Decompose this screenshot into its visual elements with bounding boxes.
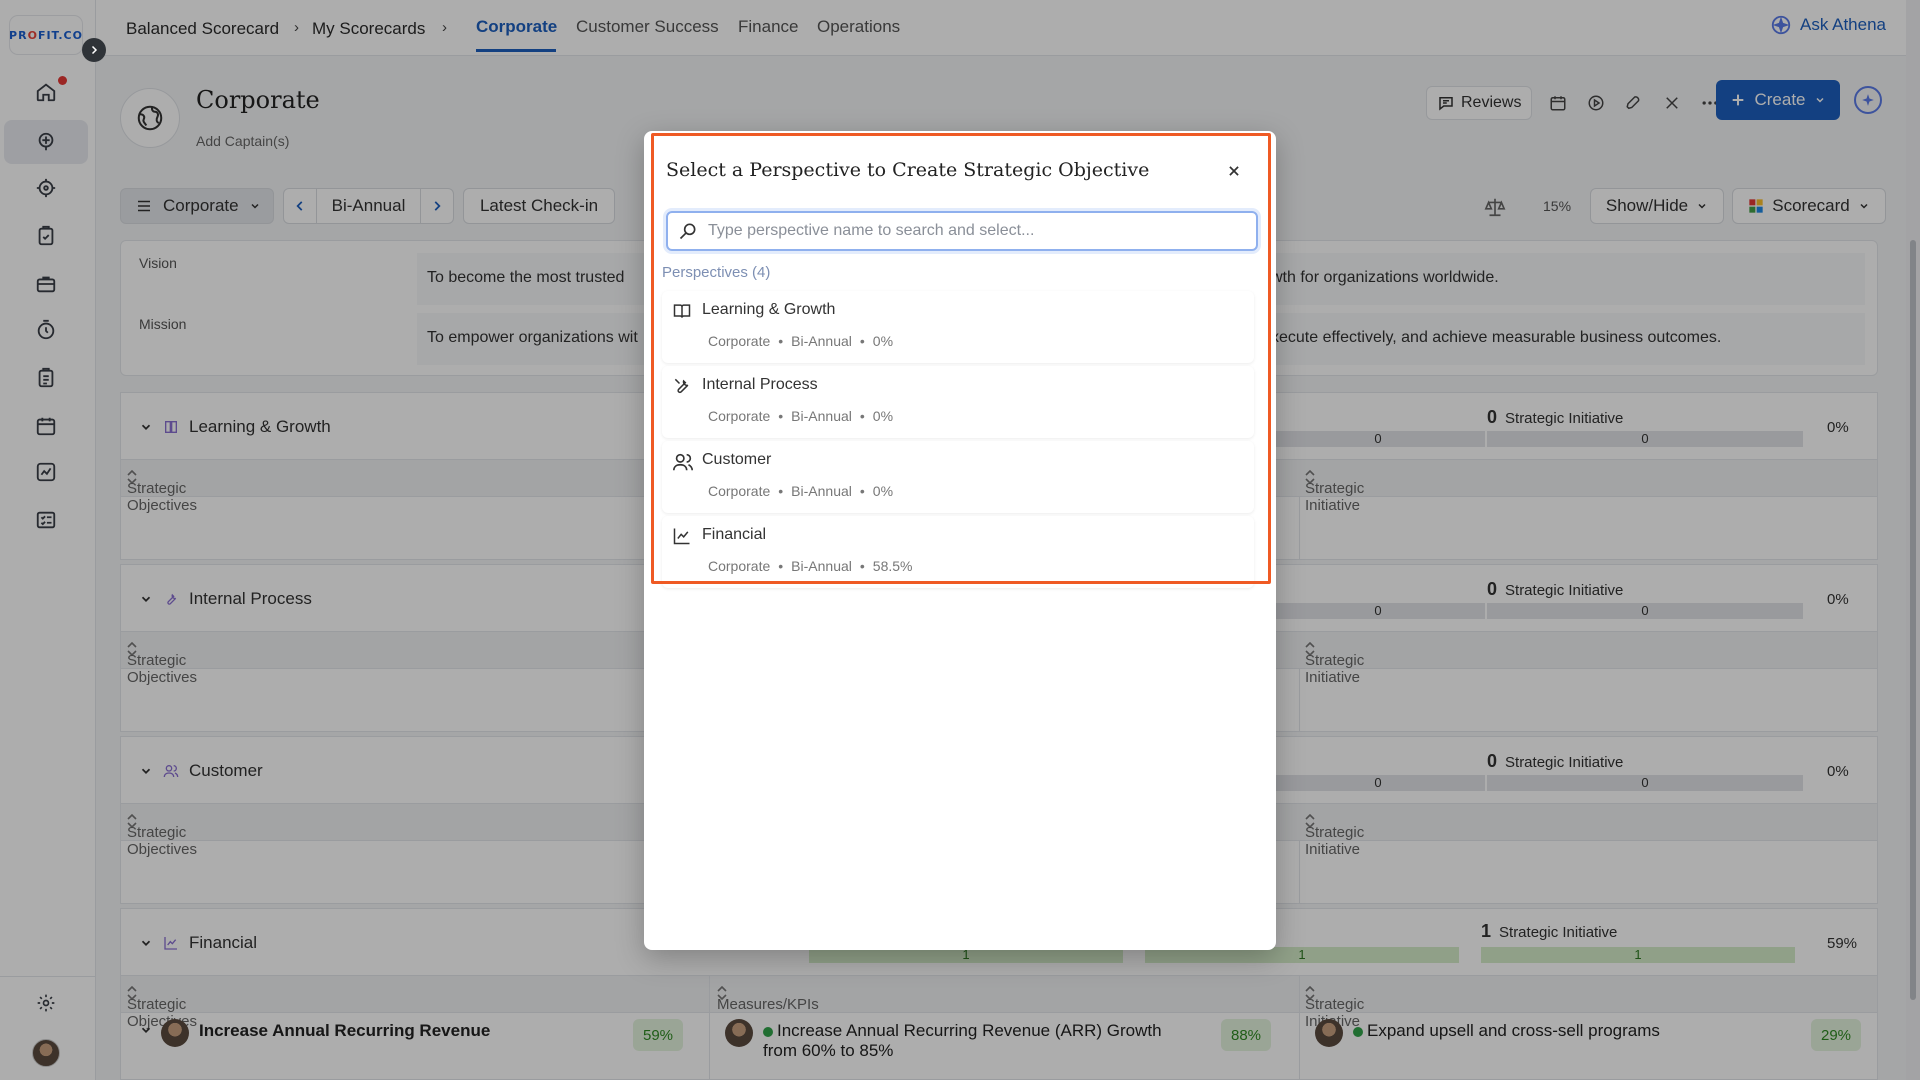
option-meta: Corporate • Bi-Annual • 58.5% (708, 558, 913, 574)
option-meta: Corporate • Bi-Annual • 0% (708, 333, 894, 349)
sidebar-expand-chevron-icon[interactable] (82, 38, 106, 62)
perspectives-count-label: Perspectives (4) (662, 264, 771, 281)
perspective-search-input[interactable] (708, 222, 1256, 240)
book-icon (673, 304, 691, 318)
option-meta: Corporate • Bi-Annual • 0% (708, 483, 894, 499)
wrench-icon (674, 378, 689, 394)
perspective-option-financial[interactable]: Financial Corporate • Bi-Annual • 58.5% (662, 516, 1254, 588)
perspective-option-customer[interactable]: Customer Corporate • Bi-Annual • 0% (662, 441, 1254, 513)
search-icon (679, 223, 696, 240)
select-perspective-modal: Select a Perspective to Create Strategic… (644, 131, 1276, 950)
option-name: Financial (702, 526, 767, 543)
option-name: Learning & Growth (702, 301, 836, 318)
users-icon (673, 453, 693, 471)
perspective-option-learning-growth[interactable]: Learning & Growth Corporate • Bi-Annual • 0% (662, 291, 1254, 363)
modal-title: Select a Perspective to Create Strategic… (666, 159, 1150, 181)
option-name: Customer (702, 451, 772, 468)
close-icon[interactable] (1222, 159, 1246, 183)
perspective-search-field[interactable] (666, 211, 1258, 251)
option-name: Internal Process (702, 376, 818, 393)
chart-line-icon (673, 528, 690, 545)
perspective-option-internal-process[interactable]: Internal Process Corporate • Bi-Annual • 0% (662, 366, 1254, 438)
option-meta: Corporate • Bi-Annual • 0% (708, 408, 894, 424)
